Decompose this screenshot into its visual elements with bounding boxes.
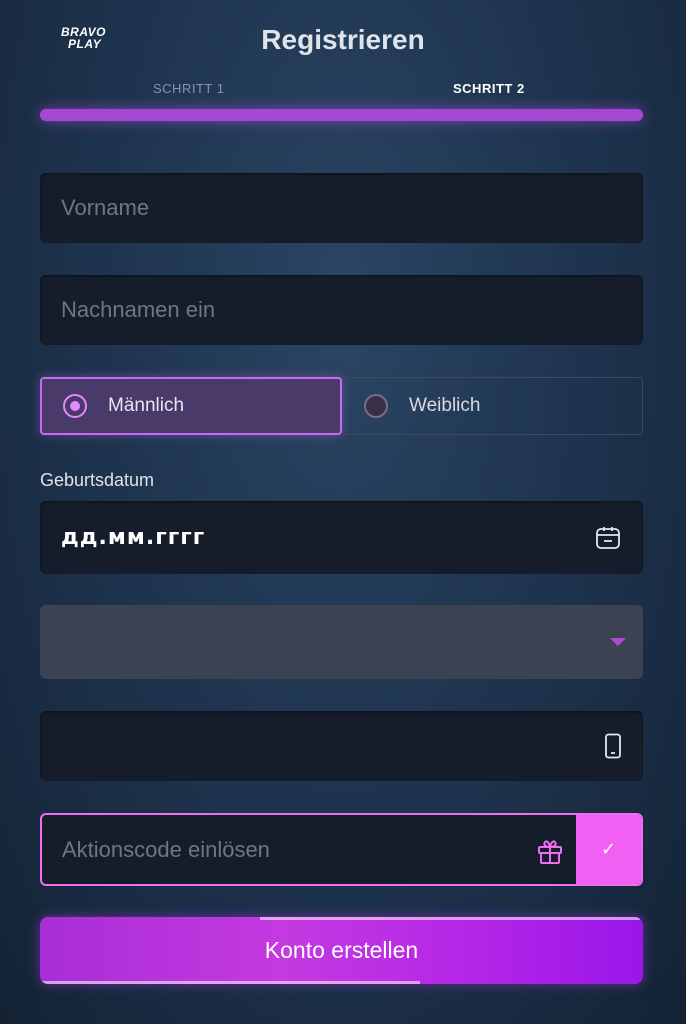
country-select[interactable] — [40, 605, 643, 679]
page-title: Registrieren — [261, 24, 425, 55]
gender-option-male[interactable]: Männlich — [40, 377, 342, 435]
step-progress-fill — [40, 109, 643, 121]
step-progress-bar — [40, 109, 643, 121]
phone-icon — [605, 733, 621, 759]
header: BRAVO PLAY Registrieren — [0, 0, 686, 80]
chevron-down-icon — [610, 638, 626, 646]
gender-female-label: Weiblich — [409, 395, 481, 416]
promo-apply-button[interactable]: ✓ — [576, 815, 641, 884]
calendar-icon[interactable] — [595, 525, 621, 551]
first-name-input[interactable] — [40, 173, 643, 243]
gift-icon — [538, 840, 562, 864]
promo-code-field[interactable]: ✓ — [40, 813, 643, 886]
last-name-field[interactable] — [40, 275, 643, 345]
button-highlight-top — [260, 917, 640, 920]
step-1-label: SCHRITT 1 — [153, 81, 225, 96]
gender-male-label: Männlich — [108, 395, 185, 416]
promo-code-input[interactable] — [42, 815, 578, 884]
gender-option-female[interactable]: Weiblich — [342, 377, 643, 435]
step-2-label: SCHRITT 2 — [453, 81, 525, 96]
radio-selected-icon — [63, 394, 87, 418]
create-account-button[interactable]: Konto erstellen — [40, 917, 643, 984]
last-name-input[interactable] — [40, 275, 643, 345]
button-highlight-bottom — [40, 981, 420, 984]
create-account-label: Konto erstellen — [264, 937, 419, 963]
check-icon: ✓ — [600, 839, 617, 859]
phone-field[interactable] — [40, 711, 643, 781]
birthdate-value: дд.мм.гггг — [61, 525, 206, 550]
birthdate-input[interactable]: дд.мм.гггг — [40, 501, 643, 574]
radio-unselected-icon — [364, 394, 388, 418]
first-name-field[interactable] — [40, 173, 643, 243]
birthdate-label: Geburtsdatum — [40, 470, 155, 490]
phone-input[interactable] — [40, 711, 643, 781]
gender-selector: Männlich Weiblich — [40, 377, 643, 435]
